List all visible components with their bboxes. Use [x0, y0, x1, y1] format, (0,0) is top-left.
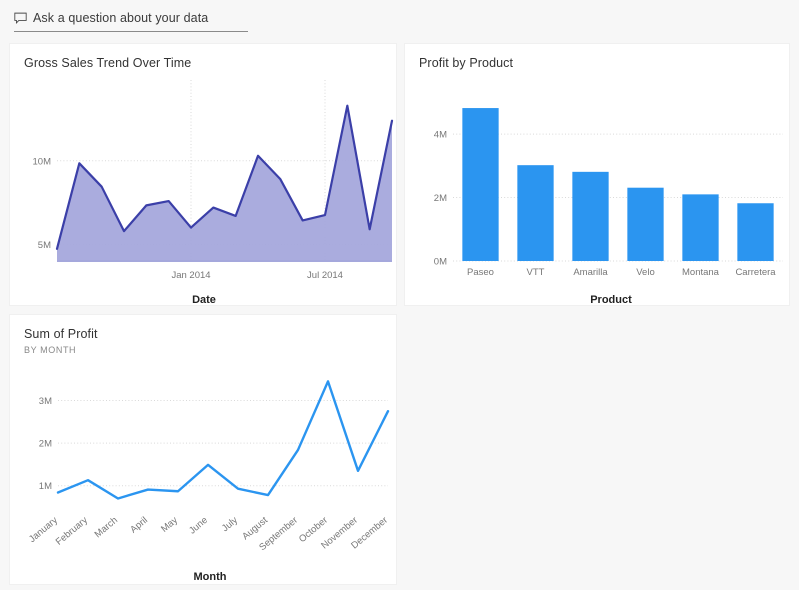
chart-title-gross-sales: Gross Sales Trend Over Time [24, 56, 192, 70]
chart-title-sum-of-profit: Sum of Profit [24, 327, 98, 341]
svg-text:5M: 5M [38, 240, 51, 251]
card-sum-of-profit[interactable]: Sum of Profit BY MONTH 1M 2M 3M January Feb… [9, 314, 397, 585]
svg-text:Jan 2014: Jan 2014 [171, 270, 210, 281]
x-axis-title-month: Month [194, 571, 227, 583]
svg-text:May: May [159, 515, 180, 535]
svg-text:April: April [128, 515, 150, 536]
svg-text:VTT: VTT [527, 267, 545, 278]
svg-text:Amarilla: Amarilla [573, 267, 608, 278]
svg-text:February: February [54, 515, 90, 548]
svg-text:Paseo: Paseo [467, 267, 494, 278]
svg-text:3M: 3M [39, 396, 52, 407]
svg-text:Montana: Montana [682, 267, 720, 278]
bar-series-profit[interactable] [462, 108, 774, 261]
x-axis-title-profit: Product [590, 294, 632, 306]
svg-text:2M: 2M [434, 193, 447, 204]
svg-text:July: July [220, 515, 240, 534]
card-gross-sales-trend[interactable]: Gross Sales Trend Over Time 5M 10M Jan 20… [9, 43, 397, 306]
y-axis-ticks-profit: 0M 2M 4M [434, 130, 447, 268]
svg-text:June: June [187, 515, 210, 537]
svg-text:Jul 2014: Jul 2014 [307, 270, 343, 281]
chat-bubble-icon [14, 12, 27, 24]
x-axis-ticks-gross: Jan 2014 Jul 2014 [171, 270, 343, 281]
card-profit-by-product[interactable]: Profit by Product 0M 2M 4M Paseo VTT Amarill… [404, 43, 790, 306]
qa-input-placeholder: Ask a question about your data [33, 10, 209, 25]
chart-subtitle-sum-of-profit: BY MONTH [24, 345, 77, 355]
qa-input-wrapper[interactable]: Ask a question about your data [14, 6, 248, 32]
x-axis-title-gross: Date [192, 294, 216, 306]
svg-text:4M: 4M [434, 130, 447, 141]
y-axis-ticks-month: 1M 2M 3M [39, 396, 52, 492]
svg-text:10M: 10M [33, 156, 52, 167]
svg-text:1M: 1M [39, 481, 52, 492]
area-series-gross-sales[interactable] [55, 104, 394, 262]
x-axis-ticks-month: JanuaryFebruary March April May June July Augu… [27, 515, 390, 554]
svg-text:2M: 2M [39, 439, 52, 450]
svg-text:Carretera: Carretera [735, 267, 776, 278]
chart-title-profit-by-product: Profit by Product [419, 56, 514, 70]
y-axis-ticks-gross: 5M 10M [33, 156, 52, 251]
chart-gross-sales-trend[interactable]: 5M 10M Jan 2014 Jul 2014 Date [10, 76, 398, 307]
qa-search-bar[interactable]: Ask a question about your data [0, 0, 799, 38]
svg-text:March: March [93, 515, 120, 540]
x-axis-ticks-profit: Paseo VTT Amarilla Velo Montana Carretera [467, 267, 776, 278]
svg-text:0M: 0M [434, 257, 447, 268]
chart-profit-by-product[interactable]: 0M 2M 4M Paseo VTT Amarilla Velo Montana Carret… [405, 76, 791, 307]
svg-text:Velo: Velo [636, 267, 655, 278]
chart-sum-of-profit-by-month[interactable]: 1M2M3M JanuaryFebruary March April May June J… [10, 357, 398, 586]
gridlines-profit [453, 133, 783, 262]
line-series-sum-of-profit[interactable] [56, 380, 390, 500]
